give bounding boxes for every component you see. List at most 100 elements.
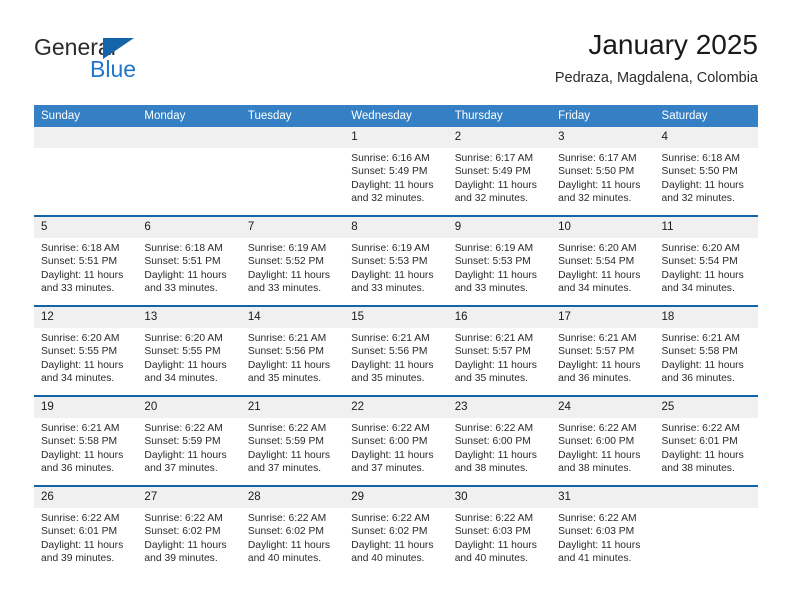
day-info-line: and 33 minutes. <box>144 283 218 295</box>
calendar-day-cell[interactable]: 1 Sunrise: 6:16 AM Sunset: 5:49 PM Daylight… <box>344 127 448 216</box>
calendar-week-row: 19 Sunrise: 6:21 AM Sunset: 5:58 PM Dayligh… <box>34 395 758 486</box>
day-box <box>240 127 345 215</box>
day-number: 13 <box>137 307 241 328</box>
calendar-day-cell[interactable]: 25 Sunrise: 6:22 AM Sunset: 6:01 PM Dayligh… <box>654 395 758 486</box>
day-info-line: Sunrise: 6:16 AM <box>351 153 430 164</box>
day-info-line: and 40 minutes. <box>351 553 425 565</box>
day-info-line: Daylight: 11 hours <box>661 269 744 281</box>
day-sun-info: Sunrise: 6:17 AM Sunset: 5:49 PM Daylight:… <box>448 148 551 206</box>
day-number: 10 <box>551 217 655 238</box>
calendar-day-cell[interactable]: 18 Sunrise: 6:21 AM Sunset: 5:58 PM Dayligh… <box>654 305 758 396</box>
day-box: 6 Sunrise: 6:18 AM Sunset: 5:51 PM Daylight… <box>137 217 241 305</box>
day-number <box>137 127 241 148</box>
day-number: 28 <box>240 487 345 508</box>
calendar-day-cell[interactable]: 2 Sunrise: 6:17 AM Sunset: 5:49 PM Daylight… <box>447 127 552 216</box>
day-box: 13 Sunrise: 6:20 AM Sunset: 5:55 PM Dayligh… <box>137 307 241 395</box>
day-box: 1 Sunrise: 6:16 AM Sunset: 5:49 PM Daylight… <box>344 127 448 215</box>
day-info-line: Daylight: 11 hours <box>144 539 227 551</box>
day-number: 8 <box>344 217 448 238</box>
day-box: 15 Sunrise: 6:21 AM Sunset: 5:56 PM Dayligh… <box>344 307 448 395</box>
day-number: 20 <box>137 397 241 418</box>
day-info-line: Daylight: 11 hours <box>351 359 434 371</box>
calendar-day-cell[interactable]: 4 Sunrise: 6:18 AM Sunset: 5:50 PM Daylight… <box>654 127 758 216</box>
page-header: General Blue January 2025 Pedraza, Magda… <box>34 28 758 94</box>
day-sun-info: Sunrise: 6:19 AM Sunset: 5:53 PM Daylight:… <box>344 238 447 296</box>
day-info-line: Daylight: 11 hours <box>454 449 537 461</box>
calendar-day-cell[interactable]: 22 Sunrise: 6:22 AM Sunset: 6:00 PM Dayligh… <box>344 395 448 486</box>
day-info-line: and 37 minutes. <box>351 463 425 475</box>
calendar-day-cell[interactable]: 21 Sunrise: 6:22 AM Sunset: 5:59 PM Dayligh… <box>240 395 345 486</box>
day-info-line: and 39 minutes. <box>144 553 218 565</box>
day-info-line: and 33 minutes. <box>454 283 528 295</box>
calendar-day-cell[interactable]: 17 Sunrise: 6:21 AM Sunset: 5:57 PM Dayligh… <box>551 305 655 396</box>
calendar-day-cell[interactable]: 26 Sunrise: 6:22 AM Sunset: 6:01 PM Dayligh… <box>34 485 138 575</box>
calendar-day-cell[interactable]: 9 Sunrise: 6:19 AM Sunset: 5:53 PM Daylight… <box>447 215 552 306</box>
generalblue-logo[interactable]: General Blue <box>34 34 234 86</box>
day-sun-info: Sunrise: 6:17 AM Sunset: 5:50 PM Daylight:… <box>551 148 654 206</box>
calendar-day-cell[interactable]: 31 Sunrise: 6:22 AM Sunset: 6:03 PM Dayligh… <box>551 485 655 575</box>
calendar-day-cell[interactable]: 15 Sunrise: 6:21 AM Sunset: 5:56 PM Dayligh… <box>344 305 448 396</box>
day-sun-info: Sunrise: 6:20 AM Sunset: 5:55 PM Daylight:… <box>34 328 137 386</box>
calendar-day-cell[interactable]: 20 Sunrise: 6:22 AM Sunset: 5:59 PM Dayligh… <box>137 395 241 486</box>
day-number: 12 <box>34 307 138 328</box>
day-number: 27 <box>137 487 241 508</box>
calendar-day-cell[interactable]: 6 Sunrise: 6:18 AM Sunset: 5:51 PM Daylight… <box>137 215 241 306</box>
day-box: 16 Sunrise: 6:21 AM Sunset: 5:57 PM Dayligh… <box>447 307 552 395</box>
day-number: 4 <box>654 127 758 148</box>
day-number: 9 <box>447 217 552 238</box>
calendar-day-cell[interactable]: 11 Sunrise: 6:20 AM Sunset: 5:54 PM Dayligh… <box>654 215 758 306</box>
day-sun-info: Sunrise: 6:21 AM Sunset: 5:58 PM Daylight:… <box>34 418 137 476</box>
day-info-line: Sunset: 5:49 PM <box>454 166 531 178</box>
day-sun-info: Sunrise: 6:18 AM Sunset: 5:51 PM Daylight:… <box>34 238 137 296</box>
calendar-day-cell[interactable]: 7 Sunrise: 6:19 AM Sunset: 5:52 PM Daylight… <box>240 215 345 306</box>
calendar-day-cell[interactable]: 5 Sunrise: 6:18 AM Sunset: 5:51 PM Daylight… <box>34 215 138 306</box>
day-number: 14 <box>240 307 345 328</box>
calendar-day-cell[interactable]: 10 Sunrise: 6:20 AM Sunset: 5:54 PM Dayligh… <box>551 215 655 306</box>
day-info-line: Sunset: 6:00 PM <box>351 436 428 448</box>
day-info-line: Sunrise: 6:17 AM <box>454 153 534 164</box>
day-box <box>654 487 758 575</box>
calendar-day-cell[interactable]: 12 Sunrise: 6:20 AM Sunset: 5:55 PM Dayligh… <box>34 305 138 396</box>
weekday-header-saturday: Saturday <box>654 105 758 127</box>
day-box: 25 Sunrise: 6:22 AM Sunset: 6:01 PM Dayligh… <box>654 397 758 485</box>
day-number: 15 <box>344 307 448 328</box>
day-box: 22 Sunrise: 6:22 AM Sunset: 6:00 PM Dayligh… <box>344 397 448 485</box>
day-info-line: Sunset: 5:59 PM <box>144 436 221 448</box>
day-number: 5 <box>34 217 138 238</box>
day-number: 22 <box>344 397 448 418</box>
calendar-day-cell[interactable]: 16 Sunrise: 6:21 AM Sunset: 5:57 PM Dayligh… <box>447 305 552 396</box>
calendar-day-cell[interactable]: 13 Sunrise: 6:20 AM Sunset: 5:55 PM Dayligh… <box>137 305 241 396</box>
day-info-line: Sunrise: 6:17 AM <box>558 153 637 164</box>
day-sun-info: Sunrise: 6:22 AM Sunset: 6:00 PM Daylight:… <box>344 418 447 476</box>
day-info-line: Daylight: 11 hours <box>41 269 124 281</box>
day-info-line: Sunset: 6:00 PM <box>558 436 635 448</box>
calendar-day-cell[interactable]: 3 Sunrise: 6:17 AM Sunset: 5:50 PM Daylight… <box>551 127 655 216</box>
day-number: 18 <box>654 307 758 328</box>
day-info-line: Sunset: 5:56 PM <box>247 346 324 358</box>
calendar-day-cell[interactable]: 30 Sunrise: 6:22 AM Sunset: 6:03 PM Dayligh… <box>447 485 552 575</box>
calendar-day-cell[interactable]: 24 Sunrise: 6:22 AM Sunset: 6:00 PM Dayligh… <box>551 395 655 486</box>
day-number: 31 <box>551 487 655 508</box>
day-number: 25 <box>654 397 758 418</box>
calendar-day-cell[interactable]: 8 Sunrise: 6:19 AM Sunset: 5:53 PM Daylight… <box>344 215 448 306</box>
calendar-day-cell-empty <box>240 127 345 216</box>
day-info-line: and 38 minutes. <box>661 463 735 475</box>
calendar-day-cell[interactable]: 23 Sunrise: 6:22 AM Sunset: 6:00 PM Dayligh… <box>447 395 552 486</box>
day-info-line: and 37 minutes. <box>144 463 218 475</box>
day-info-line: Daylight: 11 hours <box>351 539 434 551</box>
day-info-line: and 32 minutes. <box>454 193 528 205</box>
calendar-day-cell[interactable]: 28 Sunrise: 6:22 AM Sunset: 6:02 PM Dayligh… <box>240 485 345 575</box>
calendar-day-cell[interactable]: 27 Sunrise: 6:22 AM Sunset: 6:02 PM Dayligh… <box>137 485 241 575</box>
calendar-day-cell-empty <box>137 127 241 216</box>
calendar-day-cell[interactable]: 19 Sunrise: 6:21 AM Sunset: 5:58 PM Dayligh… <box>34 395 138 486</box>
day-info-line: Sunrise: 6:20 AM <box>144 333 223 344</box>
day-info-line: Sunrise: 6:20 AM <box>41 333 120 344</box>
day-info-line: Sunset: 6:02 PM <box>144 526 221 538</box>
calendar-day-cell[interactable]: 14 Sunrise: 6:21 AM Sunset: 5:56 PM Dayligh… <box>240 305 345 396</box>
calendar-day-cell[interactable]: 29 Sunrise: 6:22 AM Sunset: 6:02 PM Dayligh… <box>344 485 448 575</box>
calendar-header-row: Sunday Monday Tuesday Wednesday Thursday Frid… <box>34 105 758 127</box>
day-box <box>34 127 138 215</box>
day-info-line: Sunrise: 6:21 AM <box>247 333 327 344</box>
day-info-line: Sunrise: 6:18 AM <box>144 243 223 254</box>
weekday-header-tuesday: Tuesday <box>240 105 345 127</box>
